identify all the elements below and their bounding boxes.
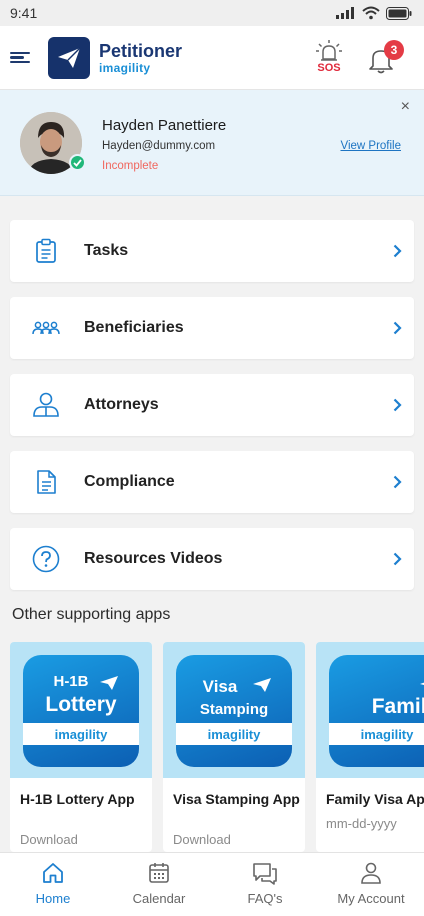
profile-name: Hayden Panettiere xyxy=(102,117,227,134)
menu-item-attorneys[interactable]: Attorneys xyxy=(10,374,414,436)
brand-sub: imagility xyxy=(99,60,151,75)
nav-item-home[interactable]: Home xyxy=(0,853,106,916)
nav-item-calendar[interactable]: Calendar xyxy=(106,853,212,916)
clipboard-icon xyxy=(32,237,60,265)
view-profile-link[interactable]: View Profile xyxy=(340,140,401,152)
nav-label: Calendar xyxy=(132,891,186,906)
app-tile: H-1B Lottery imagility xyxy=(23,655,139,767)
chevron-right-icon xyxy=(390,321,404,335)
user-icon xyxy=(361,862,381,884)
app-card-visa-stamping[interactable]: Visa Stamping imagility Visa Stamping Ap… xyxy=(163,642,305,852)
notification-bell-button[interactable]: 3 xyxy=(368,40,404,78)
profile-card: Hayden Panettiere Hayden@dummy.com Incom… xyxy=(0,90,424,196)
nav-label: Home xyxy=(35,891,71,906)
app-subtitle: mm-dd-yyyy xyxy=(326,816,397,831)
tile-brand: imagility xyxy=(23,723,139,745)
chevron-right-icon xyxy=(390,244,404,258)
chevron-right-icon xyxy=(390,398,404,412)
app-title: Family Visa Ap xyxy=(326,791,424,807)
calendar-icon xyxy=(149,863,169,883)
section-title: Other supporting apps xyxy=(12,606,171,623)
status-icons xyxy=(336,6,412,20)
sos-button[interactable]: SOS xyxy=(312,40,346,80)
menu-item-resources-videos[interactable]: Resources Videos xyxy=(10,528,414,590)
home-icon xyxy=(43,863,63,883)
verified-check-icon xyxy=(69,154,86,171)
menu-item-compliance[interactable]: Compliance xyxy=(10,451,414,513)
bottom-nav: Home Calendar FAQ's My Account xyxy=(0,852,424,916)
app-name: Petitioner xyxy=(99,40,183,61)
hamburger-menu-icon[interactable] xyxy=(10,50,30,66)
question-circle-icon xyxy=(32,545,60,573)
app-logo xyxy=(48,36,90,79)
users-icon xyxy=(32,391,60,419)
app-card-h1b-lottery[interactable]: H-1B Lottery imagility H-1B Lottery App … xyxy=(10,642,152,852)
menu-item-label: Resources Videos xyxy=(84,550,223,567)
tile-line2: Lottery xyxy=(45,693,117,716)
paper-plane-icon xyxy=(58,47,81,68)
app-thumbnail: Visa Stamping imagility xyxy=(163,642,305,778)
menu-item-label: Beneficiaries xyxy=(84,319,184,336)
nav-label: FAQ's xyxy=(247,891,283,906)
status-bar: 9:41 xyxy=(0,0,424,26)
tile-line2: Stamping xyxy=(199,701,269,718)
apps-carousel[interactable]: H-1B Lottery imagility H-1B Lottery App … xyxy=(10,642,424,852)
status-time: 9:41 xyxy=(10,5,38,21)
battery-icon xyxy=(386,6,412,20)
tile-brand: imagility xyxy=(329,723,424,745)
chevron-right-icon xyxy=(390,552,404,566)
menu-item-label: Tasks xyxy=(84,242,129,259)
app-thumbnail: Family imagility xyxy=(316,642,424,778)
menu-list: Tasks Beneficiaries Attorneys Compliance… xyxy=(10,220,414,605)
profile-status: Incomplete xyxy=(102,160,159,172)
wifi-icon xyxy=(362,6,380,20)
paper-plane-icon xyxy=(100,676,118,690)
menu-item-label: Attorneys xyxy=(84,396,159,413)
brand: Petitioner imagility xyxy=(99,41,182,75)
app-tile: Visa Stamping imagility xyxy=(176,655,292,767)
close-icon[interactable]: × xyxy=(401,98,410,116)
nav-item-faqs[interactable]: FAQ's xyxy=(212,853,318,916)
nav-label: My Account xyxy=(337,891,405,906)
signal-icon xyxy=(336,7,354,19)
menu-item-tasks[interactable]: Tasks xyxy=(10,220,414,282)
app-subtitle: Download xyxy=(20,832,78,847)
app-thumbnail: H-1B Lottery imagility xyxy=(10,642,152,778)
app-header: Petitioner imagility SOS 3 xyxy=(0,26,424,90)
app-title: Visa Stamping App xyxy=(173,791,300,807)
document-icon xyxy=(32,468,60,496)
paper-plane-icon xyxy=(253,678,271,692)
nav-item-my-account[interactable]: My Account xyxy=(318,853,424,916)
chat-icon xyxy=(253,863,277,885)
app-card-family-visa[interactable]: Family imagility Family Visa Ap mm-dd-yy… xyxy=(316,642,424,852)
people-group-icon xyxy=(32,314,60,342)
notification-badge: 3 xyxy=(384,40,404,60)
menu-item-beneficiaries[interactable]: Beneficiaries xyxy=(10,297,414,359)
app-title: H-1B Lottery App xyxy=(20,791,135,807)
paper-plane-icon xyxy=(420,682,424,685)
profile-email: Hayden@dummy.com xyxy=(102,140,216,152)
menu-item-label: Compliance xyxy=(84,473,175,490)
chevron-right-icon xyxy=(390,475,404,489)
app-tile: Family imagility xyxy=(329,655,424,767)
tile-line2: Family xyxy=(371,695,424,718)
tile-brand: imagility xyxy=(176,723,292,745)
alarm-icon xyxy=(316,40,342,61)
app-subtitle: Download xyxy=(173,832,231,847)
sos-label: SOS xyxy=(317,62,341,74)
